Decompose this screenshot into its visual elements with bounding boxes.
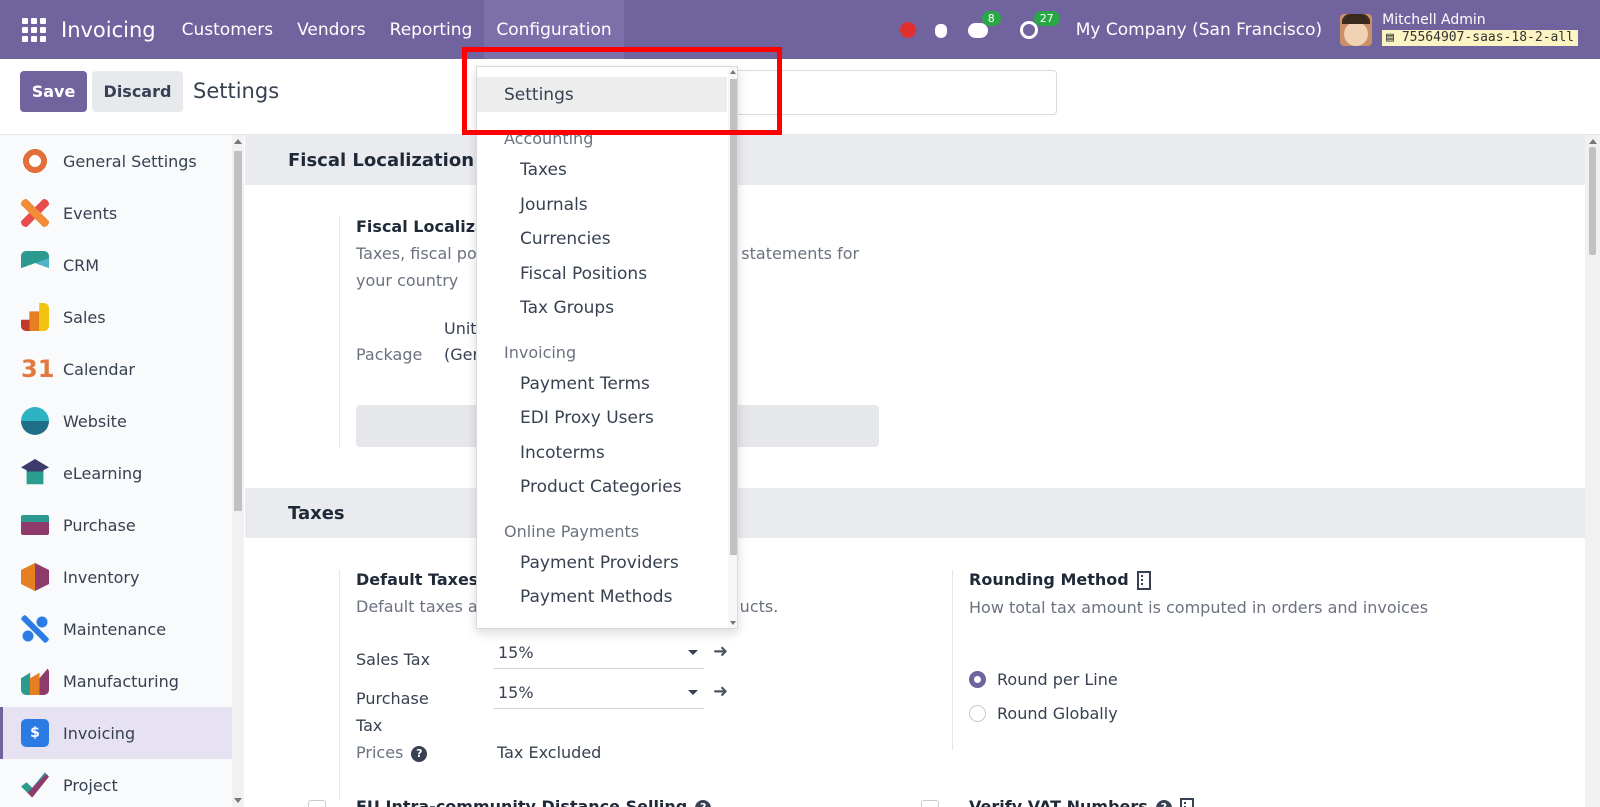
dropdown-item-edi-proxy-users[interactable]: EDI Proxy Users [520,408,654,428]
verify-vat-checkbox[interactable] [921,800,939,807]
section-fiscal-localization: Fiscal Localization [245,135,1585,185]
purchase-tax-label-line1: Purchase [356,689,429,708]
dropdown-item-taxes[interactable]: Taxes [520,160,567,180]
dropdown-item-incoterms[interactable]: Incoterms [520,443,605,463]
sidebar-item-events[interactable]: Events [0,187,232,239]
section-taxes: Taxes [245,488,1585,538]
sidebar-item-project[interactable]: Project [0,759,232,807]
sidebar-item-calendar[interactable]: 31 Calendar [0,343,232,395]
chevron-down-icon [688,690,698,695]
user-avatar[interactable] [1340,13,1373,46]
events-icon [21,199,49,227]
dropdown-header-invoicing: Invoicing [504,343,577,362]
sales-tax-label: Sales Tax [356,650,431,669]
prices-label: Prices? [356,743,428,762]
project-icon [21,772,49,798]
company-building-icon [1179,798,1194,807]
general-settings-icon [21,147,49,175]
settings-sidebar: General Settings Events CRM Sales 31 Cal… [0,135,232,807]
sidebar-item-crm[interactable]: CRM [0,239,232,291]
rounding-method-title: Rounding Method [969,570,1512,590]
calendar-icon: 31 [21,355,55,383]
control-panel: Save Discard Settings [0,59,1600,135]
inventory-icon [21,563,49,591]
database-name: ▤ 75564907-saas-18-2-all [1382,29,1578,46]
package-value-line2: (Ger [444,345,480,364]
settings-content: Fiscal Localization Fiscal Localiza Taxe… [245,135,1585,807]
sidebar-item-maintenance[interactable]: Maintenance [0,603,232,655]
configuration-dropdown-menu: Settings Accounting Taxes Journals Curre… [476,66,738,629]
dropdown-item-payment-providers[interactable]: Payment Providers [520,553,679,573]
purchase-tax-label-line2: Tax [356,716,383,735]
help-icon[interactable]: ? [695,799,712,807]
verify-vat-title: Verify VAT Numbers? [969,797,1194,807]
purchase-tax-open-arrow-icon[interactable]: ➜ [713,681,728,702]
sidebar-item-invoicing[interactable]: $ Invoicing [0,707,232,759]
activity-clock-icon[interactable]: 27 [1019,10,1060,41]
record-icon[interactable] [899,21,916,38]
dropdown-item-payment-methods[interactable]: Payment Methods [520,587,672,607]
invoicing-icon: $ [21,719,49,747]
app-brand[interactable]: Invoicing [61,18,156,42]
purchase-tax-select[interactable]: 15% [494,677,704,709]
help-icon[interactable]: ? [411,745,428,762]
menu-customers[interactable]: Customers [170,0,285,59]
sales-tax-select[interactable]: 15% [494,637,704,669]
dropdown-scrollbar[interactable] [728,67,737,628]
purchase-icon [21,515,49,535]
sidebar-item-manufacturing[interactable]: Manufacturing [0,655,232,707]
menu-vendors[interactable]: Vendors [285,0,378,59]
dropdown-item-tax-groups[interactable]: Tax Groups [520,298,614,318]
eu-distance-selling-checkbox[interactable] [308,800,326,807]
sales-tax-open-arrow-icon[interactable]: ➜ [713,641,728,662]
content-scrollbar[interactable] [1585,135,1600,807]
debug-icon[interactable] [932,21,950,39]
chat-count-badge: 8 [981,10,1001,26]
round-globally-radio[interactable]: Round Globally [969,704,1118,723]
prices-value: Tax Excluded [497,743,602,762]
discard-button[interactable]: Discard [92,71,183,112]
maintenance-icon [21,615,49,643]
package-label: Package [356,345,423,364]
rounding-method-setting: Rounding Method How total tax amount is … [952,570,1512,750]
sidebar-item-general-settings[interactable]: General Settings [0,135,232,187]
user-menu[interactable]: Mitchell Admin ▤ 75564907-saas-18-2-all [1382,12,1578,46]
round-per-line-radio[interactable]: Round per Line [969,670,1118,689]
package-value-line1: Unit [444,319,477,338]
eu-distance-selling-title: EU Intra-community Distance Selling? [356,797,712,807]
activity-count-badge: 27 [1033,10,1060,26]
company-switcher[interactable]: My Company (San Francisco) [1076,20,1322,40]
highlight-box [462,47,782,135]
company-building-icon [1136,571,1151,590]
manufacturing-icon [21,667,49,695]
rounding-method-desc: How total tax amount is computed in orde… [969,598,1429,617]
save-button[interactable]: Save [20,71,87,112]
chevron-down-icon [688,650,698,655]
sidebar-item-elearning[interactable]: eLearning [0,447,232,499]
sales-icon [21,303,49,331]
sidebar-item-purchase[interactable]: Purchase [0,499,232,551]
dropdown-item-currencies[interactable]: Currencies [520,229,611,249]
dropdown-item-fiscal-positions[interactable]: Fiscal Positions [520,264,647,284]
elearning-icon [21,459,49,485]
website-icon [21,407,49,435]
page-title: Settings [193,79,280,103]
user-name: Mitchell Admin [1382,12,1486,29]
crm-icon [21,251,49,279]
sidebar-item-inventory[interactable]: Inventory [0,551,232,603]
chat-icon[interactable]: 8 [967,10,1001,41]
sidebar-item-website[interactable]: Website [0,395,232,447]
apps-menu-icon[interactable] [22,17,46,42]
sidebar-item-sales[interactable]: Sales [0,291,232,343]
top-navbar: Invoicing Customers Vendors Reporting Co… [0,0,1600,59]
dropdown-item-product-categories[interactable]: Product Categories [520,477,682,497]
help-icon[interactable]: ? [1155,799,1172,807]
dropdown-header-online-payments: Online Payments [504,522,640,541]
sidebar-scrollbar[interactable] [232,135,244,807]
dropdown-item-journals[interactable]: Journals [520,195,588,215]
dropdown-item-payment-terms[interactable]: Payment Terms [520,374,650,394]
